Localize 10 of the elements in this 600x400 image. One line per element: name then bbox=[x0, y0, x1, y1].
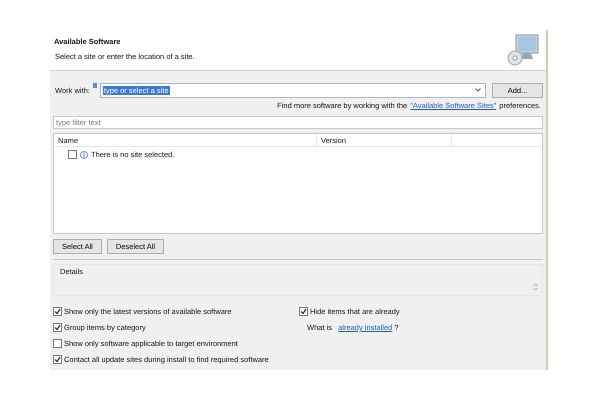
checkbox[interactable] bbox=[53, 339, 62, 348]
monitor-disc-icon bbox=[506, 33, 540, 67]
checkbox[interactable] bbox=[68, 150, 77, 159]
checkbox[interactable] bbox=[53, 355, 62, 364]
checkbox[interactable] bbox=[53, 307, 62, 316]
info-decoration-icon bbox=[92, 83, 97, 88]
checkbox[interactable] bbox=[299, 307, 308, 316]
info-icon bbox=[80, 150, 88, 158]
caret-icon[interactable] bbox=[475, 88, 481, 92]
checkbox[interactable] bbox=[53, 323, 62, 332]
